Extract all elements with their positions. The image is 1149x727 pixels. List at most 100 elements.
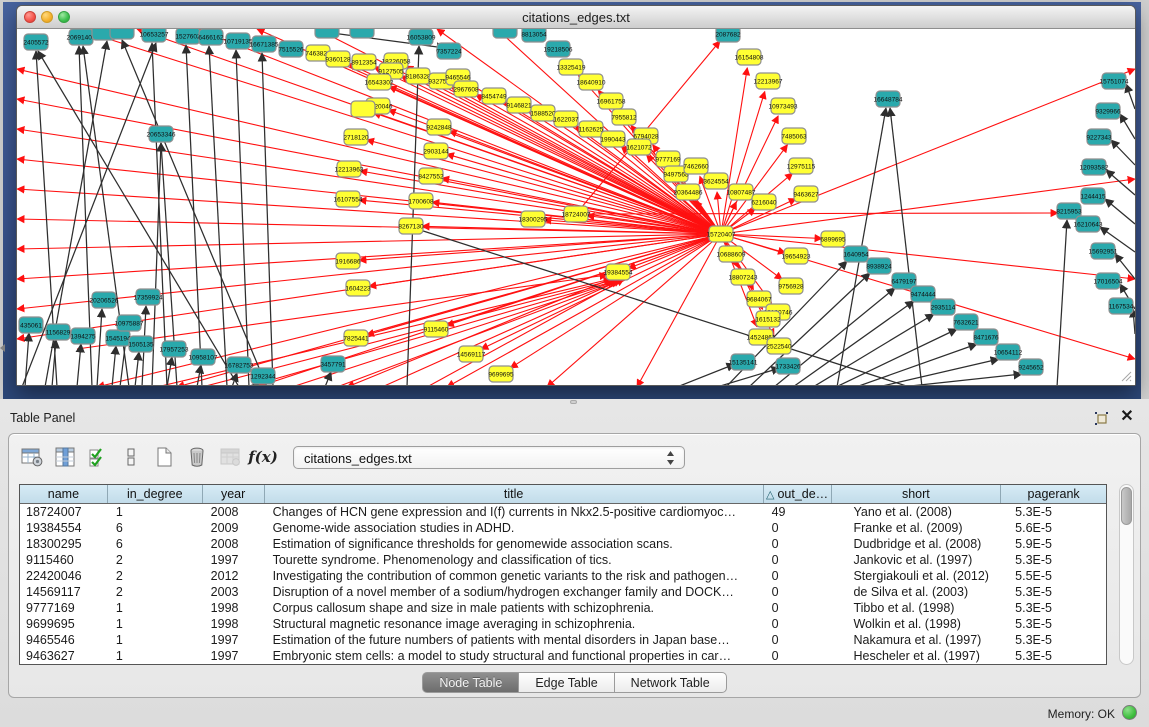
graph-node[interactable] — [351, 101, 375, 117]
graph-node[interactable]: 15751074 — [1100, 73, 1129, 89]
tab-edge-table[interactable]: Edge Table — [519, 672, 614, 693]
table-row[interactable]: 969969511998Structural magnetic resonanc… — [20, 616, 1106, 632]
table-row[interactable]: 1830029562008Estimation of significance … — [20, 536, 1106, 552]
graph-node[interactable]: 16543302 — [365, 74, 394, 90]
graph-node[interactable]: 3457791 — [320, 356, 346, 372]
graph-node[interactable]: 15135141 — [729, 354, 758, 370]
network-canvas[interactable]: 2405572206914061065325715276026466162107… — [17, 29, 1135, 385]
column-header-title[interactable]: title — [265, 485, 764, 503]
graph-node[interactable]: 6466162 — [198, 29, 224, 45]
close-panel-icon[interactable]: ✕ — [1119, 409, 1135, 425]
graph-node[interactable]: 7632621 — [953, 314, 979, 330]
graph-node[interactable]: 1394275 — [70, 328, 96, 344]
graph-node[interactable]: 19384554 — [604, 264, 633, 280]
graph-node[interactable]: 2718120 — [343, 129, 369, 145]
graph-node[interactable]: 10958107 — [189, 349, 218, 365]
graph-node[interactable]: 1162625 — [579, 121, 604, 137]
graph-node[interactable]: 12213963 — [335, 161, 364, 177]
graph-node[interactable]: 9227343 — [1086, 129, 1112, 145]
graph-node[interactable] — [315, 29, 339, 38]
graph-node[interactable]: 9756928 — [778, 278, 804, 294]
tab-node-table[interactable]: Node Table — [422, 672, 519, 693]
splitter-collapse-icon[interactable] — [0, 344, 5, 352]
graph-node[interactable]: 1990443 — [600, 131, 626, 147]
graph-node[interactable]: 1244415 — [1080, 188, 1106, 204]
graph-node[interactable]: 13325419 — [557, 59, 586, 75]
graph-node[interactable]: 8813054 — [521, 29, 547, 42]
graph-node[interactable]: 16210643 — [1074, 216, 1103, 232]
graph-node[interactable]: 7955812 — [611, 109, 637, 125]
graph-node[interactable]: 1292344 — [250, 368, 276, 384]
citation-graph[interactable]: 2405572206914061065325715276026466162107… — [17, 29, 1135, 385]
graph-node[interactable]: 9699695 — [488, 366, 514, 382]
graph-node[interactable]: 8267130 — [398, 218, 424, 234]
table-scrollbar-track[interactable] — [1119, 484, 1134, 665]
graph-node[interactable]: 18300295 — [519, 211, 548, 227]
graph-node[interactable]: 12975115 — [787, 158, 816, 174]
table-row[interactable]: 1456911722003Disruption of a novel membe… — [20, 584, 1106, 600]
window-titlebar[interactable]: citations_edges.txt — [17, 6, 1135, 29]
graph-node[interactable]: 2087682 — [715, 29, 741, 42]
graph-node[interactable]: 9245652 — [1018, 359, 1044, 375]
graph-node[interactable]: 12093582 — [1080, 159, 1109, 175]
graph-node[interactable]: 1545194 — [105, 330, 131, 346]
graph-node[interactable]: 1622037 — [553, 111, 579, 127]
graph-node[interactable]: 8471676 — [973, 329, 999, 345]
graph-node[interactable]: 7515526 — [278, 41, 304, 57]
table-selector-dropdown[interactable]: citations_edges.txt — [293, 446, 685, 469]
tab-network-table[interactable]: Network Table — [615, 672, 727, 693]
graph-node[interactable]: 18807243 — [729, 269, 758, 285]
graph-node[interactable] — [110, 29, 134, 39]
graph-node[interactable]: 10688609 — [717, 246, 746, 262]
column-header-short[interactable]: short — [832, 485, 1002, 503]
table-scrollbar-thumb[interactable] — [1121, 487, 1132, 525]
graph-node[interactable]: 16053809 — [407, 29, 436, 45]
graph-node[interactable]: 10975887 — [115, 315, 144, 331]
graph-node[interactable]: 1640954 — [843, 246, 869, 262]
graph-node[interactable]: 7485063 — [781, 128, 807, 144]
graph-node[interactable]: 14569117 — [457, 346, 486, 362]
graph-node[interactable]: 1916686 — [335, 253, 361, 269]
graph-node[interactable]: 2935114 — [931, 299, 956, 315]
graph-node[interactable]: 8912354 — [351, 54, 377, 70]
table-row[interactable]: 911546021997Tourette syndrome. Phenomeno… — [20, 552, 1106, 568]
graph-node[interactable]: 20653346 — [147, 126, 176, 142]
graph-node[interactable]: 1156829 — [46, 324, 71, 340]
window-resize-grip[interactable] — [1118, 368, 1132, 382]
graph-node[interactable]: 19654923 — [782, 248, 811, 264]
graph-node[interactable]: 16782753 — [225, 357, 254, 373]
graph-node[interactable]: 8427552 — [418, 168, 444, 184]
column-header-year[interactable]: year — [203, 485, 265, 503]
graph-node[interactable]: 10719135 — [224, 33, 253, 49]
import-table-icon[interactable] — [215, 443, 245, 471]
graph-node[interactable]: 1527602 — [175, 29, 201, 44]
column-header-name[interactable]: name — [20, 485, 108, 503]
graph-node[interactable]: 17359924 — [134, 289, 163, 305]
graph-node[interactable]: 17957253 — [160, 341, 189, 357]
graph-node[interactable]: 9115460 — [424, 321, 449, 337]
table-settings-icon[interactable] — [17, 443, 47, 471]
graph-node[interactable]: 9329966 — [1095, 103, 1121, 119]
column-header-pagerank[interactable]: pagerank — [1001, 485, 1106, 503]
column-header-in_degree[interactable]: in_degree — [108, 485, 203, 503]
graph-node[interactable]: 16961758 — [597, 93, 626, 109]
graph-node[interactable]: 20364486 — [674, 184, 703, 200]
graph-node[interactable] — [350, 29, 374, 38]
graph-node[interactable] — [493, 29, 517, 38]
float-panel-icon[interactable] — [1094, 411, 1109, 426]
graph-node[interactable]: 6899695 — [820, 231, 846, 247]
graph-node[interactable]: 7825441 — [343, 330, 369, 346]
graph-node[interactable]: 9777169 — [655, 151, 681, 167]
graph-node[interactable]: 6216040 — [751, 194, 777, 210]
graph-node[interactable]: 7357224 — [436, 43, 462, 59]
graph-node[interactable]: 18640910 — [577, 74, 606, 90]
graph-node[interactable]: 15692951 — [1089, 243, 1118, 259]
function-builder-icon[interactable]: f(x) — [248, 443, 278, 471]
graph-node[interactable]: 1733426 — [775, 358, 801, 374]
graph-node[interactable]: 9360128 — [325, 51, 351, 67]
graph-node[interactable]: 2405572 — [23, 34, 49, 50]
graph-node[interactable]: 18724007 — [562, 206, 591, 222]
graph-node[interactable]: 435061 — [19, 317, 43, 333]
select-rows-icon[interactable] — [83, 443, 113, 471]
graph-node[interactable]: 19218506 — [544, 41, 573, 57]
